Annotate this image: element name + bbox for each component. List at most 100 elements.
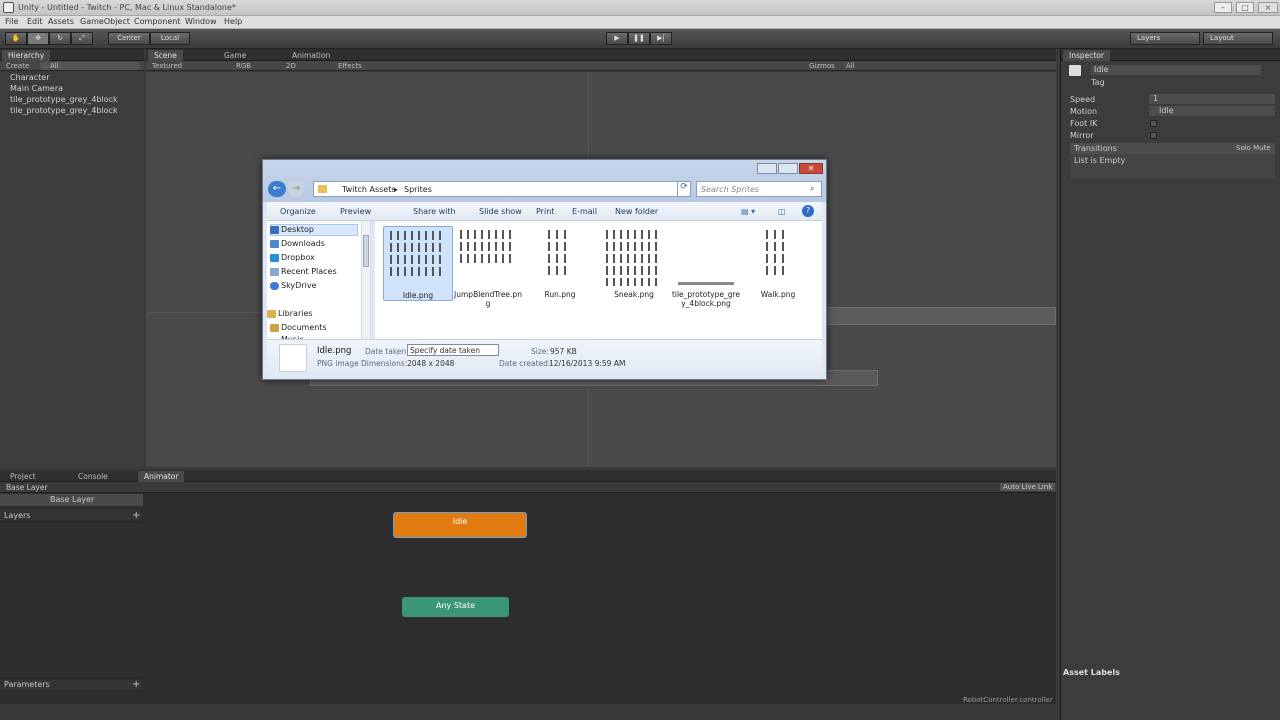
hierarchy-item[interactable]: Character [10, 73, 50, 82]
sprite-thumbnail [458, 226, 518, 286]
view-options-icon[interactable]: ▤ ▾ [741, 207, 755, 216]
menu-file[interactable]: File [5, 17, 18, 26]
file-item-idle[interactable]: Idle.png [383, 226, 453, 301]
tab-animation[interactable]: Animation [286, 50, 336, 61]
sprite-frame [606, 278, 608, 286]
sprite-frame [564, 230, 566, 239]
mirror-checkbox[interactable] [1150, 132, 1157, 139]
speed-field[interactable]: 1 [1149, 94, 1275, 104]
state-name-field[interactable]: Idle [1091, 65, 1261, 75]
idle-state-node[interactable]: Idle [393, 512, 527, 538]
file-item-jumpblendtree[interactable]: JumpBlendTree.png [453, 226, 523, 308]
file-item-sneak[interactable]: Sneak.png [599, 226, 669, 299]
nav-skydrive[interactable]: SkyDrive [281, 281, 317, 290]
foot-ik-checkbox[interactable] [1150, 120, 1157, 127]
transitions-empty: List is Empty [1074, 156, 1126, 165]
date-taken-input[interactable]: Specify date taken [407, 344, 499, 356]
layer-row[interactable]: Base Layer [0, 494, 143, 506]
tab-inspector[interactable]: Inspector [1063, 50, 1110, 61]
back-arrow-icon[interactable]: ← [268, 181, 286, 197]
scene-header: Scene Game Animation Textured RGB 2D Eff… [146, 49, 1056, 72]
dialog-minimize-button[interactable] [757, 163, 777, 174]
menu-gameobject[interactable]: GameObject [80, 17, 130, 26]
scale-tool-icon[interactable]: ⤢ [71, 32, 93, 45]
gizmos-dropdown[interactable]: Gizmos [809, 61, 835, 71]
menu-assets[interactable]: Assets [48, 17, 74, 26]
menu-window[interactable]: Window [185, 17, 217, 26]
close-button[interactable]: × [1258, 2, 1278, 13]
menu-help[interactable]: Help [224, 17, 242, 26]
nav-libraries[interactable]: Libraries [278, 309, 313, 318]
mirror-label: Mirror [1070, 131, 1094, 140]
breadcrumb-twitch-assets[interactable]: Twitch Assets [342, 185, 396, 194]
tab-scene[interactable]: Scene [148, 50, 183, 61]
nav-desktop[interactable]: Desktop [281, 225, 314, 234]
maximize-button[interactable]: □ [1236, 2, 1254, 13]
sprite-frame [766, 242, 768, 251]
search-icon[interactable]: ⌕ [810, 184, 814, 194]
pivot-local-button[interactable]: Local [150, 32, 190, 45]
sprite-frame [641, 242, 643, 251]
hierarchy-item[interactable]: tile_prototype_grey_4block [10, 106, 118, 115]
tab-game[interactable]: Game [218, 50, 252, 61]
hierarchy-create-dropdown[interactable]: Create [6, 61, 29, 71]
rotate-tool-icon[interactable]: ↻ [49, 32, 71, 45]
animator-breadcrumb[interactable]: Base Layer [6, 483, 48, 492]
color-mode-dropdown[interactable]: RGB [236, 61, 251, 71]
add-parameter-icon[interactable]: + [132, 679, 140, 690]
hierarchy-search-input[interactable]: All [40, 62, 140, 70]
render-mode-dropdown[interactable]: Textured [152, 61, 182, 71]
2d-toggle-button[interactable]: 2D [286, 61, 296, 71]
tab-animator[interactable]: Animator [138, 471, 185, 482]
hierarchy-item[interactable]: tile_prototype_grey_4block [10, 95, 118, 104]
search-placeholder: Search Sprites [701, 185, 760, 194]
effects-dropdown[interactable]: Effects [338, 61, 362, 71]
file-item-walk[interactable]: Walk.png [743, 226, 813, 299]
preview-button[interactable]: Preview [340, 207, 371, 216]
menu-component[interactable]: Component [134, 17, 180, 26]
layout-dropdown[interactable]: Layout [1203, 32, 1273, 45]
tab-hierarchy[interactable]: Hierarchy [2, 50, 51, 61]
pause-button-icon[interactable]: ❚❚ [628, 32, 650, 45]
step-button-icon[interactable]: ▶| [650, 32, 672, 45]
add-layer-icon[interactable]: + [132, 510, 140, 521]
address-bar[interactable]: Twitch Assets ▸ Sprites [313, 181, 678, 197]
nav-dropbox[interactable]: Dropbox [281, 253, 315, 262]
play-button-icon[interactable]: ▶ [606, 32, 628, 45]
pivot-center-button[interactable]: Center [108, 32, 150, 45]
nav-recent-places[interactable]: Recent Places [281, 267, 337, 276]
sprite-frame [425, 243, 427, 252]
share-with-button[interactable]: Share with [413, 207, 456, 216]
new-folder-button[interactable]: New folder [615, 207, 658, 216]
refresh-icon[interactable]: ⟳ [677, 181, 691, 197]
nav-downloads[interactable]: Downloads [281, 239, 325, 248]
organize-button[interactable]: Organize [280, 207, 316, 216]
sprite-frame [648, 254, 650, 263]
move-tool-icon[interactable]: ✥ [27, 32, 49, 45]
help-icon[interactable]: ? [802, 205, 814, 217]
nav-scrollbar[interactable] [361, 221, 370, 339]
nav-documents[interactable]: Documents [281, 323, 327, 332]
menu-edit[interactable]: Edit [27, 17, 43, 26]
hierarchy-item[interactable]: Main Camera [10, 84, 63, 93]
file-item-run[interactable]: Run.png [525, 226, 595, 299]
minimize-button[interactable]: – [1214, 2, 1232, 13]
email-button[interactable]: E-mail [572, 207, 597, 216]
dialog-close-button[interactable]: ✕ [799, 163, 823, 174]
layers-dropdown[interactable]: Layers [1130, 32, 1200, 45]
search-sprites-input[interactable]: Search Sprites ⌕ [696, 181, 822, 197]
tab-console[interactable]: Console [72, 471, 114, 482]
auto-live-link-button[interactable]: Auto Live Link [1000, 483, 1056, 491]
any-state-node[interactable]: Any State [402, 597, 509, 617]
dialog-maximize-button[interactable] [778, 163, 798, 174]
forward-arrow-icon[interactable]: → [288, 181, 304, 197]
motion-field[interactable]: Idle [1149, 106, 1275, 116]
gizmo-search-input[interactable]: All [846, 61, 855, 71]
slide-show-button[interactable]: Slide show [479, 207, 522, 216]
breadcrumb-sprites[interactable]: Sprites [404, 185, 432, 194]
preview-pane-icon[interactable]: ◫ [778, 207, 786, 216]
file-item-tile-prototype[interactable]: tile_prototype_grey_4block.png [671, 226, 741, 308]
hand-tool-icon[interactable]: ✋ [5, 32, 27, 45]
tab-project[interactable]: Project [4, 471, 42, 482]
print-button[interactable]: Print [536, 207, 554, 216]
